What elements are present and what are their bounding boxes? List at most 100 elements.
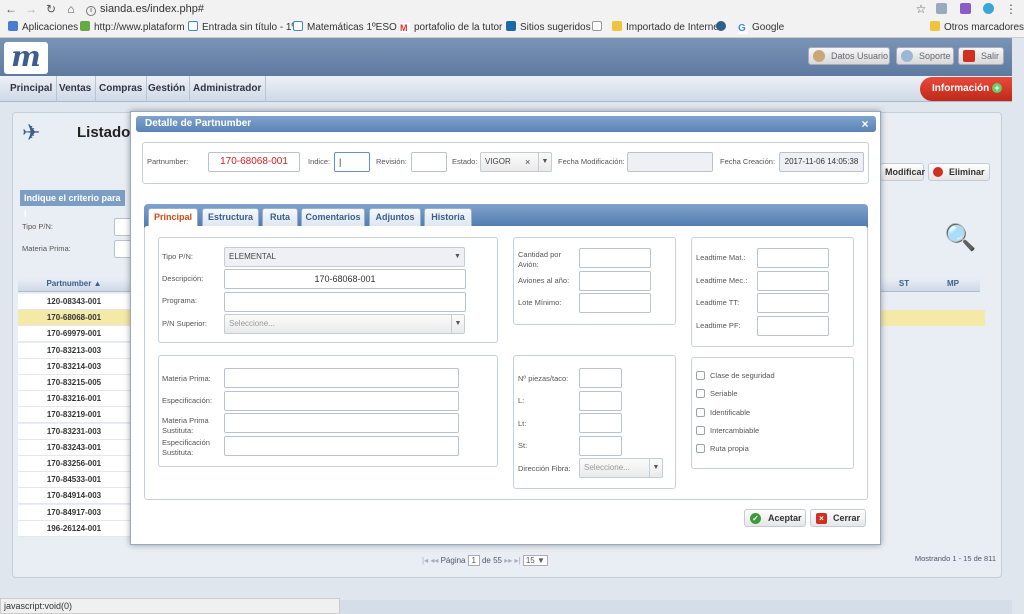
menu-dots-icon[interactable]: ⋮ — [1004, 2, 1018, 16]
aceptar-button[interactable]: ✓ Aceptar — [744, 509, 806, 527]
checkbox[interactable] — [696, 389, 705, 399]
menu-administrador[interactable]: Administrador — [189, 76, 267, 102]
tab-historia[interactable]: Historia — [424, 208, 472, 226]
bookmark-folder[interactable]: Importado de Interne — [612, 20, 719, 36]
mp-sustituta-field[interactable] — [224, 413, 459, 433]
leadtime-tt-field[interactable] — [757, 293, 829, 313]
bookmark-item[interactable] — [592, 20, 606, 36]
menu-ventas[interactable]: Ventas — [55, 76, 97, 102]
cantidad-field[interactable] — [579, 248, 651, 268]
tab-principal[interactable]: Principal — [148, 208, 198, 226]
clear-icon[interactable]: × — [525, 153, 530, 171]
tab-adjuntos[interactable]: Adjuntos — [369, 208, 421, 226]
informacion-button[interactable]: Información + — [920, 77, 1012, 101]
bookmark-item[interactable]: http://www.plataform — [80, 20, 185, 36]
table-row[interactable]: 196-26124-001 — [18, 520, 130, 537]
table-row[interactable]: 170-69979-001 — [18, 326, 130, 343]
col-mp[interactable]: MP — [926, 279, 980, 288]
programa-field[interactable] — [224, 292, 466, 312]
extension-icon[interactable] — [983, 3, 994, 14]
bookmark-item[interactable]: Sitios sugeridos — [506, 20, 591, 36]
table-row[interactable]: 170-83216-001 — [18, 391, 130, 408]
direccion-select[interactable]: Seleccione... ▼ — [579, 458, 663, 478]
partnumber-field[interactable]: 170-68068-001 — [208, 152, 300, 172]
globe-icon — [716, 21, 726, 31]
esp-sustituta-field[interactable] — [224, 436, 459, 456]
bookmark-item[interactable] — [716, 20, 730, 36]
checkbox-label: Clase de seguridad — [710, 371, 775, 380]
tab-estructura[interactable]: Estructura — [202, 208, 259, 226]
extension-icon[interactable] — [936, 3, 947, 14]
check-icon — [80, 21, 90, 31]
mp-field[interactable] — [224, 368, 459, 388]
partnumber-label: Partnumber: — [147, 157, 189, 166]
soporte-button[interactable]: Soporte — [896, 47, 954, 65]
table-row[interactable]: 170-83213-003 — [18, 342, 130, 359]
table-row[interactable]: 170-83256-001 — [18, 456, 130, 472]
eliminar-button[interactable]: Eliminar — [928, 163, 990, 181]
extension-icon[interactable] — [960, 3, 971, 14]
leadtime-mat-field[interactable] — [757, 248, 829, 268]
table-row[interactable]: 170-83214-003 — [18, 358, 130, 375]
salir-button[interactable]: Salir — [958, 47, 1004, 65]
st-field[interactable] — [579, 436, 622, 456]
tipo-pn-select[interactable]: ELEMENTAL ▼ — [224, 247, 465, 267]
cerrar-button[interactable]: × Cerrar — [810, 509, 866, 527]
table-row[interactable]: 120-08343-001 — [18, 294, 130, 310]
l-field[interactable] — [579, 391, 622, 411]
reload-icon[interactable]: ↻ — [44, 2, 58, 16]
page-input[interactable]: 1 — [467, 555, 480, 566]
bookmark-item[interactable]: Entrada sin título - 1º — [188, 20, 295, 36]
table-row[interactable]: 170-83215-005 — [18, 375, 130, 391]
table-row[interactable]: 170-68068-001 — [18, 310, 130, 327]
bookmark-item[interactable]: G Google — [738, 20, 784, 36]
estado-label: Estado: — [452, 157, 478, 166]
tab-comentarios[interactable]: Comentarios — [301, 208, 365, 226]
bookmark-item[interactable]: Mportafolio de la tutor — [400, 20, 502, 36]
leadtime-mec-field[interactable] — [757, 271, 829, 291]
aviones-field[interactable] — [579, 271, 651, 291]
revision-field[interactable] — [411, 152, 447, 172]
piezas-field[interactable] — [579, 368, 622, 388]
menu-principal[interactable]: Principal — [6, 76, 58, 102]
bookmark-apps[interactable]: Aplicaciones — [8, 20, 78, 36]
bookmark-item[interactable]: Matemáticas 1ºESO - — [293, 20, 403, 36]
next-page-icon[interactable]: ▸▸ ▸| — [504, 556, 520, 565]
especificacion-label: Especificación: — [162, 396, 213, 405]
checkbox[interactable] — [696, 425, 705, 435]
table-row[interactable]: 170-83243-001 — [18, 439, 130, 456]
menu-gestion[interactable]: Gestión — [144, 76, 191, 102]
close-icon[interactable]: × — [858, 116, 872, 132]
first-page-icon[interactable]: |◂ ◂◂ — [422, 556, 438, 565]
lote-field[interactable] — [579, 293, 651, 313]
leadtime-pf-field[interactable] — [757, 316, 829, 336]
estado-select[interactable]: VIGOR × ▼ — [480, 152, 552, 172]
checkbox[interactable] — [696, 407, 705, 417]
table-row[interactable]: 170-84917-003 — [18, 504, 130, 521]
datos-usuario-button[interactable]: Datos Usuario — [808, 47, 890, 65]
indice-field[interactable]: | — [334, 152, 370, 172]
descripcion-field[interactable]: 170-68068-001 — [224, 269, 466, 289]
page-size-select[interactable]: 15 ▼ — [522, 555, 548, 566]
table-row[interactable]: 170-84533-001 — [18, 472, 130, 489]
menu-compras[interactable]: Compras — [95, 76, 148, 102]
back-icon[interactable]: ← — [4, 2, 18, 16]
home-icon[interactable]: ⌂ — [64, 2, 78, 16]
col-st[interactable]: ST — [884, 279, 924, 288]
modificar-button[interactable]: Modificar — [880, 163, 925, 181]
especificacion-field[interactable] — [224, 391, 459, 411]
bookmark-star-icon[interactable]: ☆ — [914, 2, 928, 16]
search-icon[interactable]: 🔍 — [944, 222, 976, 253]
checkbox[interactable] — [696, 444, 705, 454]
forward-icon[interactable]: → — [24, 2, 38, 16]
bookmark-folder[interactable]: Otros marcadores — [930, 20, 1024, 36]
table-row[interactable]: 170-84914-003 — [18, 488, 130, 505]
checkbox[interactable] — [696, 371, 705, 380]
address-bar[interactable]: i sianda.es/index.php# — [86, 1, 906, 17]
table-row[interactable]: 170-83219-001 — [18, 407, 130, 424]
tab-ruta[interactable]: Ruta — [262, 208, 298, 226]
pn-superior-select[interactable]: Seleccione... ▼ — [224, 314, 465, 334]
table-row[interactable]: 170-83231-003 — [18, 423, 130, 440]
col-partnumber[interactable]: Partnumber ▲ — [18, 279, 130, 288]
lt-field[interactable] — [579, 413, 622, 433]
